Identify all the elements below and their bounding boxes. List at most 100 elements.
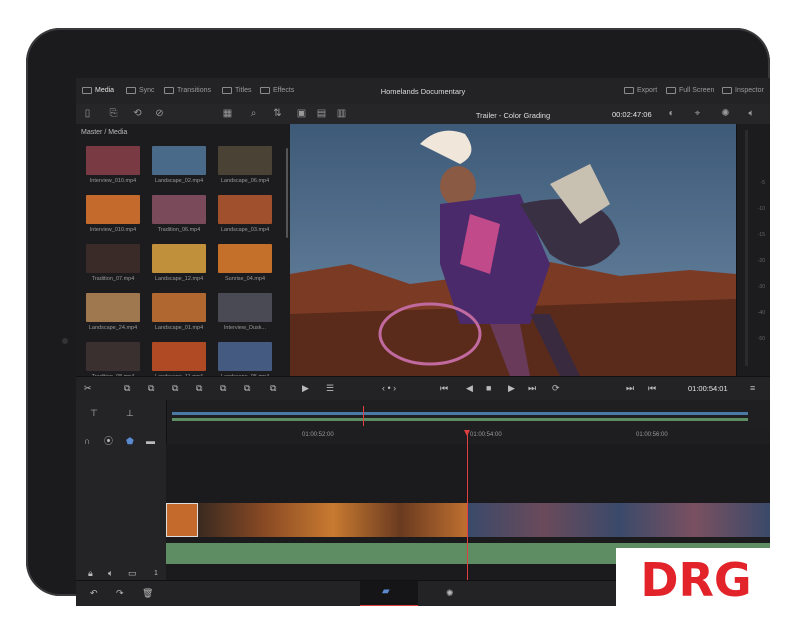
clip-grid: Interview_010.mp4 Landscape_02.mp4 Landsca… (86, 146, 276, 389)
clip-name: Landscape_01.mp4 (154, 325, 204, 331)
marker-icon[interactable]: ▬ (146, 436, 155, 447)
edit-page-tab[interactable]: ▰ (360, 581, 418, 606)
import-icon[interactable]: ⎘ (108, 108, 119, 119)
media-clip[interactable]: Landscape_12.mp4 (152, 244, 206, 291)
skip-back-icon[interactable]: ⏮ (440, 383, 448, 394)
clip-thumbnail (218, 293, 272, 322)
panel-toggle-icon[interactable]: ▯ (82, 108, 93, 119)
clip-thumbnail (152, 244, 206, 273)
place-top-icon[interactable]: ⧉ (220, 383, 226, 394)
inspector-icon (722, 87, 732, 94)
sort-icon[interactable]: ⇅ (272, 108, 283, 119)
loop-icon[interactable]: ⟳ (552, 383, 560, 394)
media-clip[interactable]: Interview_Dusk... (218, 293, 272, 340)
focus-icon[interactable]: ⌖ (692, 108, 703, 119)
meter-tick: -15 (757, 232, 765, 238)
speaker-icon[interactable]: 🔈︎ (746, 108, 757, 119)
jog-icon[interactable]: ‹ • › (382, 383, 396, 394)
media-clip[interactable]: Landscape_24.mp4 (86, 293, 140, 340)
linked-icon[interactable]: ⦿ (104, 436, 113, 447)
color-icon[interactable]: ◐ (666, 108, 677, 119)
clip-thumbnail (218, 244, 272, 273)
media-clip[interactable]: Tradition_06.mp4 (152, 195, 206, 242)
meter-tick: -10 (757, 206, 765, 212)
audio-icon[interactable]: 🔈︎ (108, 568, 113, 579)
clip-landscape[interactable] (198, 503, 468, 537)
insert-icon[interactable]: ⧉ (124, 383, 130, 394)
blade-icon[interactable]: ✂ (84, 383, 92, 394)
relink-icon[interactable]: ⟲ (132, 108, 143, 119)
clip-thumbnail (152, 195, 206, 224)
playhead[interactable] (464, 430, 470, 598)
stop-icon[interactable]: ■ (486, 383, 491, 394)
clip-thumbnail (218, 342, 272, 371)
inspector-button[interactable]: Inspector (722, 87, 764, 94)
skip-forward-icon[interactable]: ⏭ (528, 383, 536, 394)
play-icon[interactable]: ▶ (508, 383, 515, 394)
video-track[interactable] (166, 503, 770, 537)
lock-icon[interactable]: 🔒︎ (88, 568, 93, 579)
clip-sunrise[interactable] (166, 503, 198, 537)
overview-audio-strip (172, 418, 748, 421)
shield-icon[interactable]: ⬟ (126, 436, 134, 447)
viewer[interactable] (290, 124, 736, 376)
clip-thumbnail (218, 195, 272, 224)
clip-name: Landscape_12.mp4 (154, 276, 204, 282)
play-range-icon[interactable]: ▶ (302, 383, 309, 394)
transport-bar: ✂ ⧉ ⧉ ⧉ ⧉ ⧉ ⧉ ⧉ ▶ ☰ ‹ • › ⏮ ◀ ■ ▶ ⏭ ⟳ ⏭ … (76, 376, 770, 402)
redo-icon[interactable]: ↷ (116, 588, 124, 599)
color-page-icon[interactable]: ✺ (446, 588, 454, 599)
track-controls: ⊤ ⊥ ∩ ⦿ ⬟ ▬ 🔒︎ 🔈︎ ▭ 1 🔒︎ 🔈︎ A1 (76, 400, 167, 606)
fullscreen-button[interactable]: Full Screen (666, 87, 714, 94)
ripple-icon[interactable]: ⧉ (270, 383, 276, 394)
grid-view-icon[interactable]: ▦ (222, 108, 233, 119)
media-scrollbar[interactable] (286, 148, 288, 238)
dynamic-trim-icon[interactable]: ⊥ (126, 408, 134, 419)
replace-icon[interactable]: ⧉ (172, 383, 178, 394)
drg-logo-text: DRG (640, 553, 751, 606)
camera (62, 338, 68, 344)
meter-tick: -30 (757, 284, 765, 290)
drg-logo-mark: DRG (616, 548, 776, 607)
link-icon[interactable]: ⊘ (154, 108, 165, 119)
audio-meter: -5 -10 -15 -20 -30 -40 -50 (736, 124, 770, 376)
media-clip[interactable]: Sunrise_04.mp4 (218, 244, 272, 291)
clip-thumbnail (86, 293, 140, 322)
reverse-icon[interactable]: ◀ (466, 383, 473, 394)
undo-icon[interactable]: ↶ (90, 588, 98, 599)
fullscreen-label: Full Screen (679, 87, 715, 94)
media-pool: Master / Media Interview_010.mp4 Landscap… (76, 124, 291, 380)
meter-tick: -50 (757, 336, 765, 342)
media-clip[interactable]: Landscape_03.mp4 (218, 195, 272, 242)
clip-thumbnail (86, 146, 140, 175)
color-wheel-icon[interactable]: ✺ (720, 108, 731, 119)
clip-thumbnail (152, 342, 206, 371)
media-clip[interactable]: Interview_010.mp4 (86, 146, 140, 193)
clip-name: Sunrise_04.mp4 (224, 276, 266, 282)
magnet-icon[interactable]: ∩ (84, 436, 90, 447)
export-button[interactable]: Export (624, 87, 657, 94)
media-clip[interactable]: Landscape_01.mp4 (152, 293, 206, 340)
fullscreen-icon (666, 87, 676, 94)
prev-edit-icon[interactable]: ⏮ (648, 383, 656, 394)
append-icon[interactable]: ⧉ (244, 383, 250, 394)
media-clip[interactable]: Tradition_07.mp4 (86, 244, 140, 291)
search-icon[interactable]: ⌕ (248, 108, 259, 119)
overwrite-icon[interactable]: ⧉ (148, 383, 154, 394)
clip-tradition[interactable] (468, 503, 770, 537)
menu-icon[interactable]: ≡ (750, 383, 755, 394)
trim-icon[interactable]: ☰ (326, 383, 334, 394)
top-bar: Media Sync Transitions Titles Effects Ho… (76, 78, 770, 105)
fit-icon[interactable]: ⧉ (196, 383, 202, 394)
trash-icon[interactable]: 🗑︎ (142, 588, 153, 599)
clip-name: Landscape_06.mp4 (220, 178, 270, 184)
trim-tool-icon[interactable]: ⊤ (90, 408, 98, 419)
next-edit-icon[interactable]: ⏭ (626, 383, 634, 394)
video-toggle-icon[interactable]: ▭ (128, 568, 137, 579)
clip-thumbnail (152, 293, 206, 322)
media-clip[interactable]: Landscape_06.mp4 (218, 146, 272, 193)
media-clip[interactable]: Interview_010.mp4 (86, 195, 140, 242)
overview-playhead[interactable] (363, 406, 364, 426)
media-clip[interactable]: Landscape_02.mp4 (152, 146, 206, 193)
viewer-frame (290, 124, 736, 376)
